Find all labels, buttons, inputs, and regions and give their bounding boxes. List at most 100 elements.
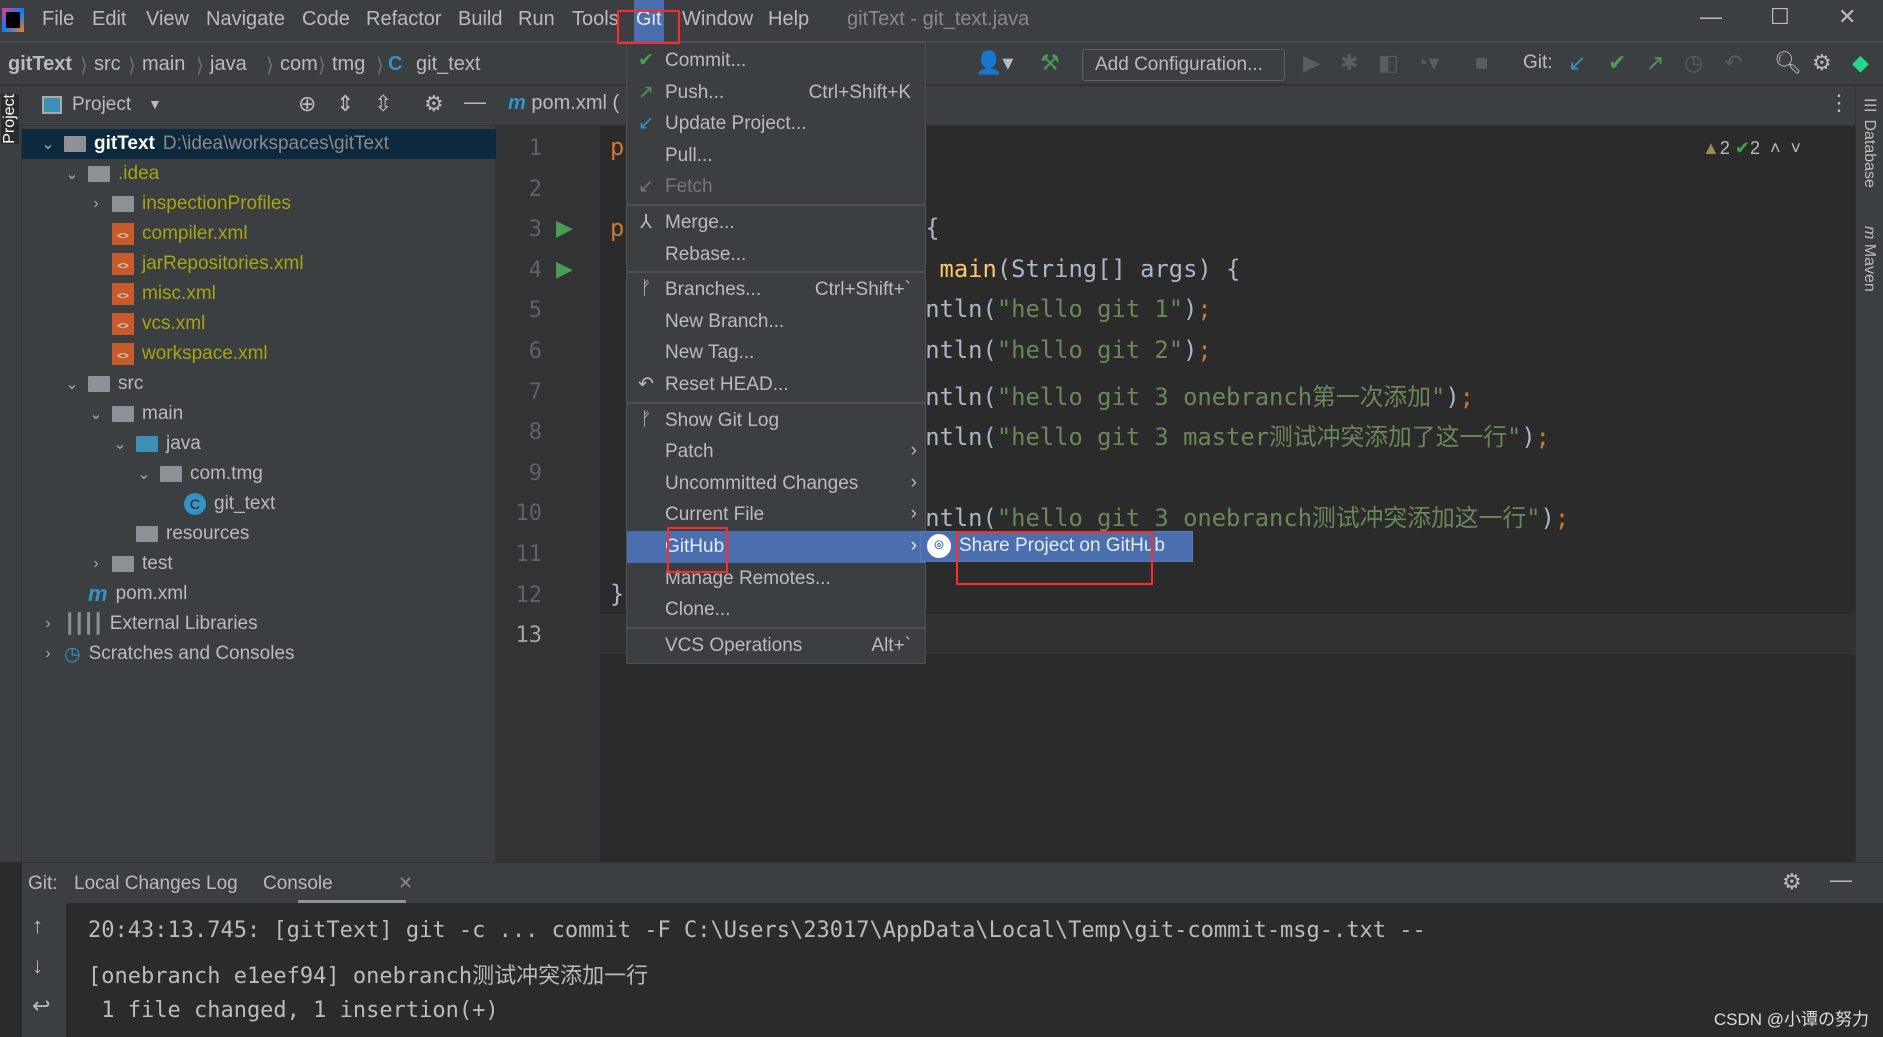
breadcrumb-item[interactable]: com <box>280 53 318 76</box>
tree-item[interactable]: <> compiler.xml <box>86 219 248 249</box>
add-configuration-button[interactable]: Add Configuration... <box>1082 49 1285 81</box>
profile-icon[interactable]: ◔▾ <box>1415 50 1439 76</box>
git-menu-item-patch[interactable]: Patch › <box>627 436 925 468</box>
menu-window[interactable]: Window <box>680 8 755 31</box>
tree-item[interactable]: › ┃┃┃┃ External Libraries <box>38 609 257 639</box>
locate-icon[interactable]: ⊕ <box>298 91 316 117</box>
project-view-selector[interactable]: Project <box>72 94 131 116</box>
soft-wrap-icon[interactable]: ↩ <box>32 993 50 1019</box>
push-icon[interactable]: ↗ <box>1646 50 1664 76</box>
breadcrumb-item[interactable]: main <box>142 53 185 76</box>
git-menu-item-branches[interactable]: ᚠ Branches... Ctrl+Shift+` <box>627 274 925 306</box>
gear-icon[interactable]: ⚙ <box>424 91 444 117</box>
menu-file[interactable]: File <box>40 8 76 31</box>
hide-panel-icon[interactable]: — <box>464 89 486 115</box>
chevron-down-icon[interactable]: ▼ <box>148 96 162 112</box>
tree-item[interactable]: <> misc.xml <box>86 279 216 309</box>
tree-item[interactable]: Cgit_text <box>158 489 275 519</box>
breadcrumb-item[interactable]: git_text <box>416 53 480 76</box>
tab-console[interactable]: Console <box>263 873 333 895</box>
tree-item[interactable]: ⌄ com.tmg <box>134 459 263 489</box>
history-icon[interactable]: ◷ <box>1684 50 1703 76</box>
git-menu-item-clone[interactable]: Clone... <box>627 594 925 626</box>
project-tool-button[interactable]: Project <box>1 94 19 144</box>
git-menu-item-reset-head[interactable]: ↶ Reset HEAD... <box>627 369 925 401</box>
toolbox-logo-icon[interactable]: ◆ <box>1852 50 1869 76</box>
tree-item[interactable]: ⌄ java <box>110 429 201 459</box>
gear-icon[interactable]: ⚙ <box>1782 869 1802 895</box>
menu-run[interactable]: Run <box>516 8 557 31</box>
breadcrumb-item[interactable]: src <box>94 53 121 76</box>
git-menu-item-commit[interactable]: ✔ Commit... <box>627 45 925 77</box>
tab-log[interactable]: Log <box>206 873 238 895</box>
git-menu-item-pull[interactable]: Pull... <box>627 140 925 172</box>
maximize-button[interactable]: ☐ <box>1770 4 1790 30</box>
update-project-icon[interactable]: ↙ <box>1568 50 1586 76</box>
git-menu-item-update-project[interactable]: ↙ Update Project... <box>627 108 925 140</box>
user-icon[interactable]: 👤▾ <box>975 50 1013 76</box>
menu-refactor[interactable]: Refactor <box>364 8 444 31</box>
maven-tool-button[interactable]: m Maven <box>1860 226 1878 292</box>
tree-item[interactable]: <> jarRepositories.xml <box>86 249 304 279</box>
breadcrumb-separator-icon: ⟩ <box>318 55 326 77</box>
run-gutter-icon[interactable]: ▶ <box>556 215 573 241</box>
expand-all-icon[interactable]: ⇕ <box>336 91 354 117</box>
menu-help[interactable]: Help <box>766 8 811 31</box>
breadcrumb-item[interactable]: java <box>210 53 247 76</box>
database-tool-button[interactable]: ☰ Database <box>1860 96 1879 188</box>
tree-item[interactable]: › inspectionProfiles <box>86 189 291 219</box>
collapse-all-icon[interactable]: ⇳ <box>374 91 392 117</box>
tree-item[interactable]: <> workspace.xml <box>86 339 268 369</box>
search-icon[interactable]: 🔍︎ <box>1774 50 1802 76</box>
tab-local-changes[interactable]: Local Changes <box>74 873 201 895</box>
tree-item[interactable]: resources <box>110 519 249 549</box>
menu-code[interactable]: Code <box>300 8 352 31</box>
menu-edit[interactable]: Edit <box>90 8 128 31</box>
debug-icon[interactable]: ✱ <box>1340 50 1358 76</box>
tree-item[interactable]: ⌄ src <box>62 369 143 399</box>
minimize-button[interactable]: — <box>1700 4 1722 30</box>
tree-item-label: vcs.xml <box>142 313 206 334</box>
more-options-icon[interactable]: ⋮ <box>1828 90 1850 116</box>
git-menu-item-vcs-operations[interactable]: VCS Operations Alt+` <box>627 630 925 662</box>
scroll-up-icon[interactable]: ↑ <box>32 913 43 939</box>
stop-icon[interactable]: ■ <box>1475 50 1488 76</box>
settings-gear-icon[interactable]: ⚙ <box>1812 50 1832 76</box>
menu-navigate[interactable]: Navigate <box>204 8 287 31</box>
close-window-button[interactable]: ✕ <box>1838 4 1856 30</box>
build-hammer-icon[interactable]: ⚒ <box>1040 50 1060 76</box>
run-gutter-icon[interactable]: ▶ <box>556 256 573 282</box>
menu-tools[interactable]: Tools <box>570 8 621 31</box>
breadcrumb-item[interactable]: tmg <box>332 53 365 76</box>
rollback-icon[interactable]: ↶ <box>1724 50 1742 76</box>
commit-icon[interactable]: ✔ <box>1608 50 1626 76</box>
editor-tab-pom[interactable]: m pom.xml ( <box>508 92 619 115</box>
tree-item[interactable]: ⌄ main <box>86 399 183 429</box>
git-menu-item-rebase[interactable]: Rebase... <box>627 239 925 271</box>
hide-panel-icon[interactable]: — <box>1830 867 1852 893</box>
git-menu-item-new-branch[interactable]: New Branch... <box>627 306 925 338</box>
tree-item[interactable]: <> vcs.xml <box>86 309 205 339</box>
scroll-down-icon[interactable]: ↓ <box>32 953 43 979</box>
breadcrumb-item[interactable]: gitText <box>8 53 72 76</box>
git-menu-item-new-tag[interactable]: New Tag... <box>627 337 925 369</box>
tree-item[interactable]: ⌄ gitText D:\idea\workspaces\gitText <box>22 129 496 159</box>
code-token: "hello git 1" <box>996 295 1184 324</box>
tree-item-label: jarRepositories.xml <box>142 253 304 274</box>
git-menu-item-merge[interactable]: ⅄ Merge... <box>627 207 925 239</box>
git-menu-item-fetch[interactable]: ↙ Fetch <box>627 171 925 203</box>
git-menu-item-show-git-log[interactable]: ᚠ Show Git Log <box>627 405 925 437</box>
close-tab-icon[interactable]: ✕ <box>398 873 413 894</box>
menu-view[interactable]: View <box>144 8 191 31</box>
git-menu-item-uncommitted-changes[interactable]: Uncommitted Changes › <box>627 468 925 500</box>
run-icon[interactable]: ▶ <box>1303 50 1320 76</box>
tree-item[interactable]: › test <box>86 549 172 579</box>
xml-file-icon: <> <box>112 343 134 365</box>
tree-item[interactable]: › ◷ Scratches and Consoles <box>38 639 294 669</box>
tree-item[interactable]: ⌄ .idea <box>62 159 159 189</box>
git-menu-item-push[interactable]: ↗ Push... Ctrl+Shift+K <box>627 77 925 109</box>
tree-item[interactable]: m pom.xml <box>62 579 187 609</box>
inspection-widget[interactable]: ▲2 ✔2 ˄ ˅ <box>1702 138 1801 159</box>
menu-build[interactable]: Build <box>456 8 504 31</box>
coverage-icon[interactable]: ◧ <box>1378 50 1399 76</box>
